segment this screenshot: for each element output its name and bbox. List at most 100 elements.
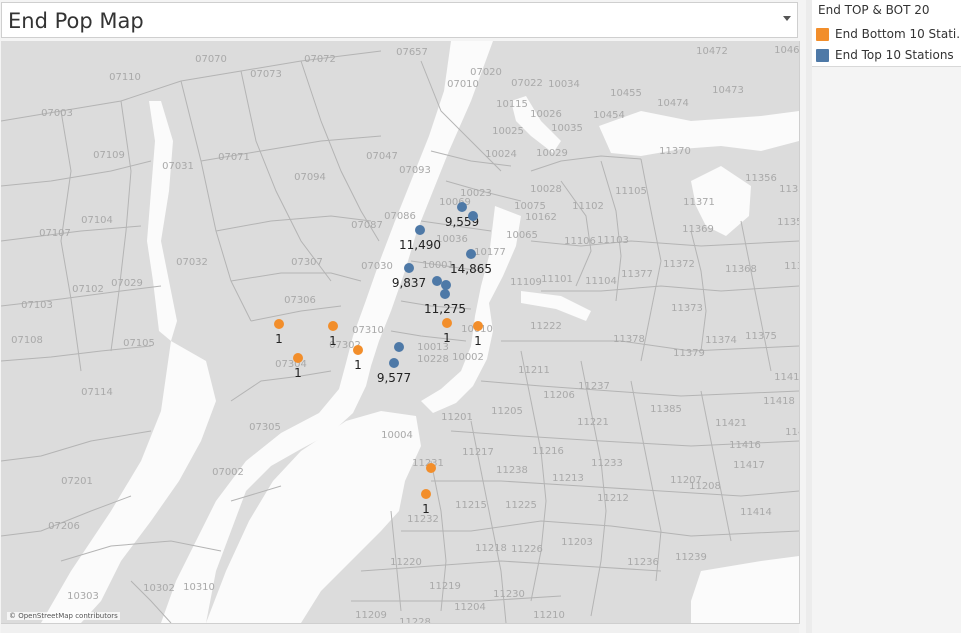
zip-label: 07110 <box>109 72 141 83</box>
zip-label: 07107 <box>39 228 71 239</box>
zip-label: 10115 <box>496 99 528 110</box>
top-station-point[interactable] <box>389 358 399 368</box>
zip-label: 11105 <box>615 186 647 197</box>
zip-label: 07086 <box>384 211 416 222</box>
zip-label: 11351 <box>779 184 799 195</box>
chevron-down-icon[interactable] <box>783 16 791 21</box>
bottom-station-point[interactable] <box>421 489 431 499</box>
zip-label: 11101 <box>541 274 573 285</box>
zip-label: 10474 <box>657 98 689 109</box>
bottom-station-point[interactable] <box>473 321 483 331</box>
zip-label: 11204 <box>454 602 486 613</box>
zip-label: 07002 <box>212 467 244 478</box>
top-station-point[interactable] <box>404 263 414 273</box>
legend-swatch-bottom <box>816 28 829 41</box>
zip-label: 11209 <box>355 610 387 621</box>
zip-label: 11104 <box>585 276 617 287</box>
zip-label: 10075 <box>514 201 546 212</box>
legend-item-bottom[interactable]: End Bottom 10 Stati.. <box>816 26 961 44</box>
zip-label: 07022 <box>511 78 543 89</box>
panel-divider <box>806 0 812 633</box>
zip-label: 10473 <box>712 85 744 96</box>
zip-label: 11211 <box>518 365 550 376</box>
point-value-label: 1 <box>329 334 337 348</box>
zip-label: 11106 <box>564 236 596 247</box>
top-station-point[interactable] <box>440 289 450 299</box>
zip-label: 11372 <box>663 259 695 270</box>
zip-label: 11385 <box>650 404 682 415</box>
zip-label: 11102 <box>572 201 604 212</box>
zip-label: 11369 <box>682 224 714 235</box>
zip-label: 07104 <box>81 215 113 226</box>
zip-label: 10035 <box>551 123 583 134</box>
zip-label: 07032 <box>176 257 208 268</box>
zip-label: 07206 <box>48 521 80 532</box>
zip-label: 10065 <box>506 230 538 241</box>
bottom-station-point[interactable] <box>426 463 436 473</box>
zip-label: 07010 <box>447 79 479 90</box>
point-value-label: 1 <box>294 366 302 380</box>
zip-label: 10454 <box>593 110 625 121</box>
zip-label: 07201 <box>61 476 93 487</box>
title-bar: End Pop Map <box>1 2 798 38</box>
point-value-label: 11,490 <box>399 238 441 252</box>
zip-label: 11354 <box>777 217 799 228</box>
top-station-point[interactable] <box>466 249 476 259</box>
zip-label: 11371 <box>683 197 715 208</box>
zip-label: 11421 <box>715 418 747 429</box>
zip-label: 11379 <box>673 348 705 359</box>
zip-label: 11222 <box>530 321 562 332</box>
top-station-point[interactable] <box>394 342 404 352</box>
bottom-station-point[interactable] <box>353 345 363 355</box>
top-station-point[interactable] <box>457 202 467 212</box>
zip-label: 07102 <box>72 284 104 295</box>
zip-label: 11356 <box>745 173 777 184</box>
zip-label: 11375 <box>745 331 777 342</box>
zip-label: 10029 <box>536 148 568 159</box>
zip-label: 11203 <box>561 537 593 548</box>
zip-label: 07029 <box>111 278 143 289</box>
zip-label: 10455 <box>610 88 642 99</box>
legend-item-top[interactable]: End Top 10 Stations <box>816 47 961 65</box>
bottom-station-point[interactable] <box>293 353 303 363</box>
bottom-station-point[interactable] <box>328 321 338 331</box>
zip-label: 07103 <box>21 300 53 311</box>
zip-label: 11103 <box>597 235 629 246</box>
zip-label: 11373 <box>671 303 703 314</box>
point-value-label: 1 <box>354 358 362 372</box>
zip-label: 07109 <box>93 150 125 161</box>
legend-swatch-top <box>816 49 829 62</box>
zip-label: 07070 <box>195 54 227 65</box>
top-station-point[interactable] <box>468 211 478 221</box>
zip-label: 11418 <box>763 396 795 407</box>
top-station-point[interactable] <box>432 276 442 286</box>
zip-label: 10228 <box>417 354 449 365</box>
zip-label: 10302 <box>143 583 175 594</box>
zip-label: 11236 <box>627 557 659 568</box>
zip-label: 07305 <box>249 422 281 433</box>
zip-label: 07031 <box>162 161 194 172</box>
zip-label: 07108 <box>11 335 43 346</box>
legend-label-bottom: End Bottom 10 Stati.. <box>835 27 960 41</box>
zip-label: 11239 <box>675 552 707 563</box>
zip-label: 11374 <box>705 335 737 346</box>
bottom-station-point[interactable] <box>442 318 452 328</box>
map-canvas[interactable]: 07070 07072 07657 0702007010 07110 07073 07022… <box>1 41 799 623</box>
zip-label: 11221 <box>577 417 609 428</box>
map-view[interactable]: 07070 07072 07657 07020 07010 07110 07073 07022… <box>1 41 800 624</box>
zip-label: 07093 <box>399 165 431 176</box>
bottom-station-point[interactable] <box>274 319 284 329</box>
map-attribution[interactable]: © OpenStreetMap contributors <box>7 612 120 620</box>
top-station-point[interactable] <box>415 225 425 235</box>
zip-label: 11377 <box>621 269 653 280</box>
zip-label: 11201 <box>441 412 473 423</box>
zip-label: 07072 <box>304 54 336 65</box>
zip-label: 11419 <box>785 427 799 438</box>
point-value-label: 14,865 <box>450 262 492 276</box>
top-station-point[interactable] <box>441 280 451 290</box>
zip-label: 11212 <box>597 493 629 504</box>
zip-label: 11217 <box>462 447 494 458</box>
horizontal-scrollbar[interactable] <box>1 624 799 633</box>
zip-label: 07020 <box>470 67 502 78</box>
zip-label: 10465 <box>774 45 799 56</box>
